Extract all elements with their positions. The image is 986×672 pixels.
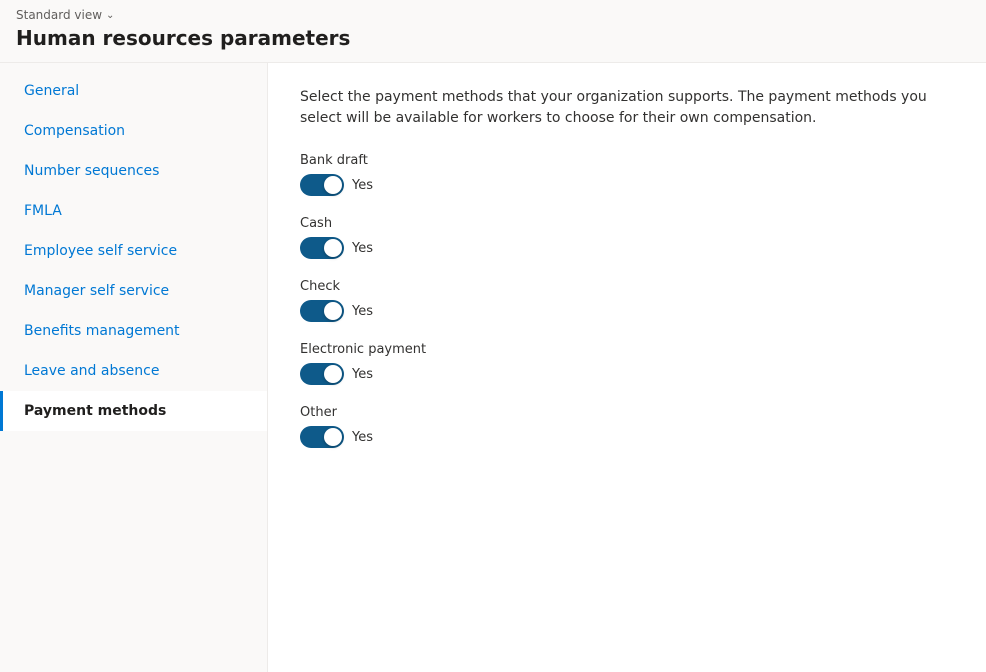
sidebar-item-general[interactable]: General [0,71,267,111]
sidebar-item-employee-self-service[interactable]: Employee self service [0,231,267,271]
description-text: Select the payment methods that your org… [300,87,954,129]
standard-view-label: Standard view [16,8,102,22]
payment-method-other: Other Yes [300,405,954,448]
content-area: GeneralCompensationNumber sequencesFMLAE… [0,63,986,672]
sidebar-item-payment-methods[interactable]: Payment methods [0,391,267,431]
page-title: Human resources parameters [16,26,970,50]
chevron-down-icon: ⌄ [106,10,114,21]
page-container: Standard view ⌄ Human resources paramete… [0,0,986,672]
toggle-value-bank-draft: Yes [352,178,373,193]
payment-method-label-other: Other [300,405,954,420]
sidebar-item-number-sequences[interactable]: Number sequences [0,151,267,191]
payment-method-check: Check Yes [300,279,954,322]
toggle-other[interactable] [300,426,344,448]
toggle-row-electronic-payment: Yes [300,363,954,385]
toggle-bank-draft[interactable] [300,174,344,196]
payment-method-label-cash: Cash [300,216,954,231]
payment-method-label-bank-draft: Bank draft [300,153,954,168]
toggle-value-cash: Yes [352,241,373,256]
sidebar-item-compensation[interactable]: Compensation [0,111,267,151]
payment-methods-container: Bank draftYesCashYesCheckYesElectronic p… [300,153,954,448]
sidebar-item-fmla[interactable]: FMLA [0,191,267,231]
toggle-check[interactable] [300,300,344,322]
payment-method-electronic-payment: Electronic payment Yes [300,342,954,385]
toggle-value-electronic-payment: Yes [352,367,373,382]
sidebar: GeneralCompensationNumber sequencesFMLAE… [0,63,268,672]
main-content: Select the payment methods that your org… [268,63,986,672]
payment-method-label-electronic-payment: Electronic payment [300,342,954,357]
toggle-row-bank-draft: Yes [300,174,954,196]
toggle-row-other: Yes [300,426,954,448]
toggle-row-check: Yes [300,300,954,322]
standard-view-dropdown[interactable]: Standard view ⌄ [16,8,970,22]
payment-method-label-check: Check [300,279,954,294]
sidebar-item-benefits-management[interactable]: Benefits management [0,311,267,351]
toggle-row-cash: Yes [300,237,954,259]
top-bar: Standard view ⌄ Human resources paramete… [0,0,986,62]
toggle-cash[interactable] [300,237,344,259]
toggle-value-other: Yes [352,430,373,445]
sidebar-item-leave-and-absence[interactable]: Leave and absence [0,351,267,391]
payment-method-cash: Cash Yes [300,216,954,259]
payment-method-bank-draft: Bank draft Yes [300,153,954,196]
toggle-electronic-payment[interactable] [300,363,344,385]
toggle-value-check: Yes [352,304,373,319]
sidebar-item-manager-self-service[interactable]: Manager self service [0,271,267,311]
